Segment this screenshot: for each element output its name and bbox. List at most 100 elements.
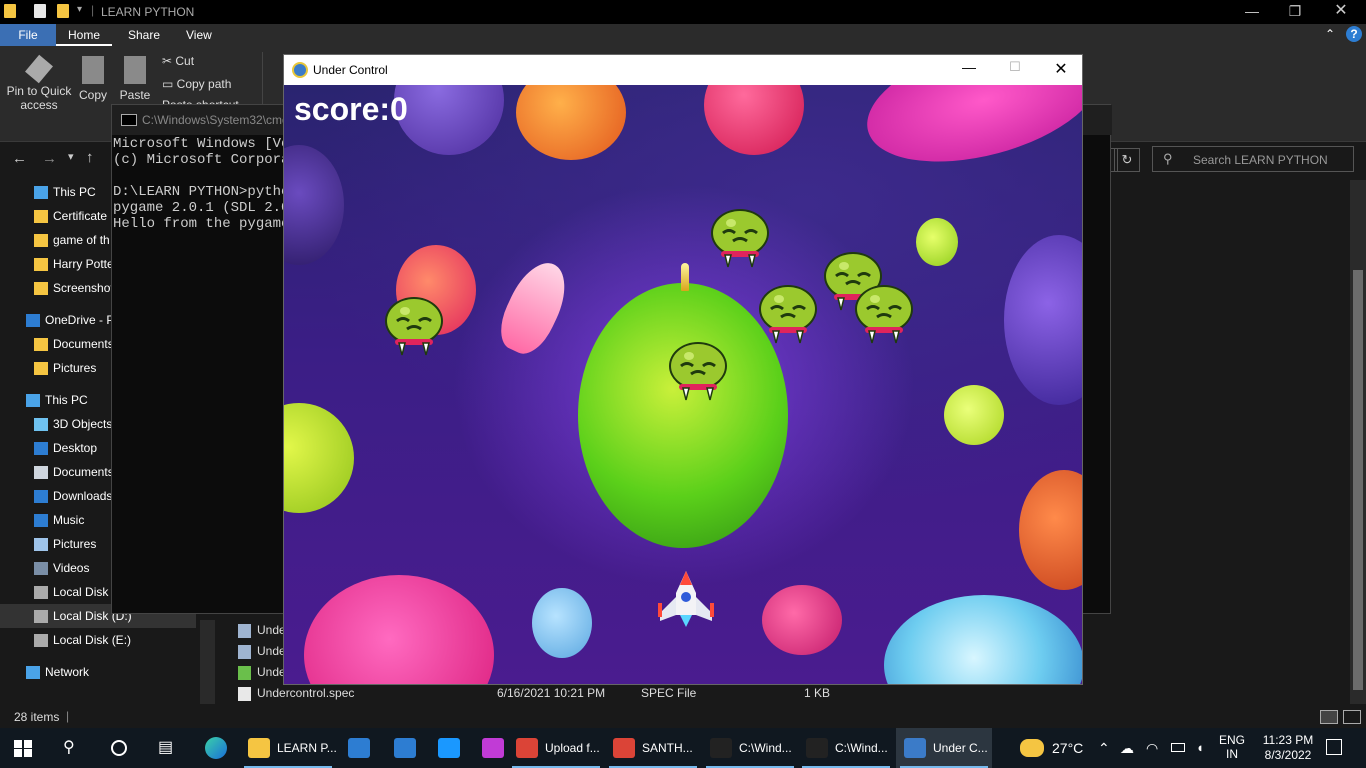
alien-enemy	[667, 340, 729, 402]
taskbar-app[interactable]: C:\Wind...	[798, 728, 894, 768]
drive-icon	[34, 610, 48, 623]
small-blue-planet	[532, 588, 592, 658]
notifications-icon[interactable]	[1326, 739, 1342, 755]
vertical-scrollbar[interactable]	[1350, 180, 1366, 704]
scissors-icon: ✂	[162, 54, 176, 68]
weather-temp[interactable]: 27°C	[1052, 728, 1083, 768]
tab-file[interactable]: File	[0, 24, 56, 46]
battery-icon[interactable]	[1171, 743, 1185, 752]
refresh-icon[interactable]: ↻	[1114, 148, 1140, 172]
show-hidden-icons-icon[interactable]: ⌃	[1098, 728, 1110, 768]
nav-item-label: game of th	[53, 233, 110, 247]
help-icon[interactable]: ?	[1346, 26, 1362, 42]
clock[interactable]: 11:23 PM 8/3/2022	[1258, 733, 1318, 763]
file-size: 1 KB	[804, 686, 831, 700]
cmd-output-line: (c) Microsoft Corpora	[113, 152, 290, 168]
red-planet	[704, 85, 804, 155]
explorer-titlebar: ▾ | LEARN PYTHON — ❐ ✕	[0, 0, 1366, 24]
close-icon[interactable]: ✕	[1318, 0, 1364, 24]
wifi-icon[interactable]: ◠	[1146, 728, 1158, 768]
up-icon[interactable]: ↑	[86, 149, 94, 166]
back-icon[interactable]: ←	[12, 150, 27, 167]
nav-item[interactable]: Network	[0, 660, 215, 684]
minimize-icon[interactable]: —	[948, 59, 990, 81]
nav-item-label: Local Disk (	[53, 585, 116, 599]
forward-icon[interactable]: →	[42, 150, 57, 167]
taskbar-app[interactable]: LEARN P...	[240, 728, 337, 768]
tab-view[interactable]: View	[174, 24, 224, 46]
volume-icon[interactable]: ◖	[1196, 728, 1204, 768]
edge-icon[interactable]	[205, 737, 227, 759]
pc-icon	[26, 394, 40, 407]
ringed-pink-planet	[853, 85, 1082, 185]
file-icon	[238, 687, 251, 701]
maximize-icon[interactable]: ☐	[994, 59, 1036, 81]
taskbar-app[interactable]: C:\Wind...	[702, 728, 798, 768]
chrome-icon	[516, 738, 538, 758]
taskbar-app[interactable]	[342, 728, 382, 768]
game-canvas[interactable]: score:0	[284, 85, 1082, 684]
clock-time: 11:23 PM	[1262, 733, 1314, 747]
tab-home[interactable]: Home	[56, 24, 113, 46]
nav-scrollbar[interactable]	[200, 620, 215, 704]
cut-button[interactable]: ✂ Cut	[162, 54, 194, 68]
taskbar-app[interactable]	[432, 728, 472, 768]
cmd-icon	[710, 738, 732, 758]
taskbar-app[interactable]	[476, 728, 506, 768]
search-placeholder: Search LEARN PYTHON	[1193, 153, 1328, 167]
taskbar-app[interactable]: Under C...	[896, 728, 992, 768]
bullet	[681, 263, 689, 291]
restore-icon[interactable]: ❐	[1272, 0, 1318, 24]
paste-button[interactable]: Paste	[118, 56, 152, 102]
tab-share[interactable]: Share	[116, 24, 172, 46]
taskbar-app[interactable]	[388, 728, 428, 768]
copy-button[interactable]: Copy	[76, 56, 110, 102]
taskbar: ⚲ ▤ LEARN P... Upload f... SANTH... C:\Wind…	[0, 728, 1366, 768]
cortana-icon[interactable]	[111, 740, 127, 756]
folder-icon	[34, 282, 48, 295]
nav-item-label: OneDrive - P	[45, 313, 115, 327]
copy-path-label: Copy path	[176, 77, 232, 91]
folder-icon	[34, 338, 48, 351]
store-icon	[348, 738, 370, 758]
scrollbar-thumb[interactable]	[1353, 270, 1363, 690]
minimize-icon[interactable]: —	[1229, 0, 1275, 24]
taskbar-app[interactable]: SANTH...	[605, 728, 701, 768]
new-folder-icon[interactable]	[57, 4, 69, 18]
rocket-decoration	[491, 253, 577, 362]
nav-item[interactable]: Local Disk (E:)	[0, 628, 215, 652]
pin-to-quick-access-button[interactable]: Pin to Quick access	[6, 54, 72, 112]
search-icon[interactable]: ⚲	[63, 728, 75, 768]
start-button[interactable]	[14, 740, 32, 757]
language-indicator[interactable]: ENG IN	[1219, 733, 1245, 761]
properties-icon[interactable]	[34, 4, 46, 18]
alien-enemy	[383, 295, 445, 357]
taskbar-app[interactable]: Upload f...	[508, 728, 604, 768]
copy-path-button[interactable]: ▭ Copy path	[162, 77, 231, 91]
search-box[interactable]: ⚲ Search LEARN PYTHON	[1152, 146, 1354, 172]
region-label: IN	[1226, 747, 1238, 761]
collapse-ribbon-icon[interactable]: ⌃	[1325, 27, 1335, 41]
pin-label: Pin to Quick access	[6, 84, 72, 112]
weather-icon[interactable]	[1020, 739, 1044, 757]
nav-item-label: Pictures	[53, 361, 97, 375]
file-row[interactable]: Undercontrol.spec 6/16/2021 10:21 PM SPEC …	[216, 683, 1346, 704]
recent-locations-icon[interactable]: ▾	[68, 150, 74, 163]
video-icon	[34, 562, 48, 575]
details-view-icon[interactable]	[1320, 710, 1338, 724]
lime-planet	[284, 403, 354, 513]
music-icon	[34, 514, 48, 527]
quick-access-dropdown-icon[interactable]: ▾	[77, 4, 82, 15]
close-icon[interactable]: ✕	[1040, 59, 1082, 81]
onedrive-icon[interactable]: ☁	[1120, 728, 1134, 768]
python-icon	[904, 738, 926, 758]
game-window: Under Control — ☐ ✕ score:0	[283, 54, 1083, 685]
task-view-icon[interactable]: ▤	[158, 728, 173, 768]
large-icons-view-icon[interactable]	[1343, 710, 1361, 724]
nav-item-label: This PC	[45, 393, 88, 407]
cmd-icon	[806, 738, 828, 758]
small-green-planet	[944, 385, 1004, 445]
clock-date: 8/3/2022	[1264, 748, 1312, 762]
cmd-output-line: Microsoft Windows [Ve	[113, 136, 290, 152]
nav-item-label: Harry Potte	[53, 257, 114, 271]
